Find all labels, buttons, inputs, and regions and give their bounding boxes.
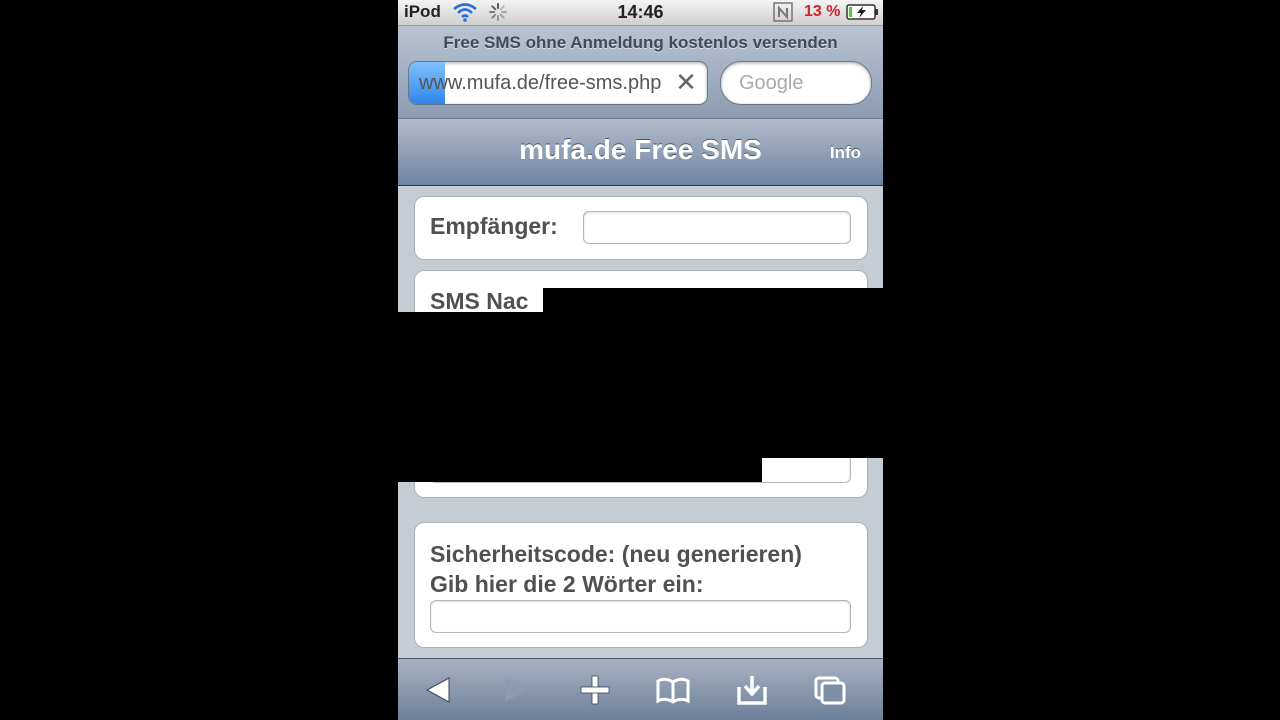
battery-percent-label: 13 % xyxy=(804,3,841,20)
page-title: Free SMS ohne Anmeldung kostenlos versen… xyxy=(443,33,838,52)
clear-icon[interactable]: ✕ xyxy=(673,68,699,96)
add-icon[interactable] xyxy=(577,673,613,707)
notification-icon xyxy=(773,2,793,22)
recipient-field[interactable] xyxy=(583,211,851,244)
redaction-block xyxy=(543,288,883,312)
search-placeholder: Google xyxy=(739,72,804,94)
captcha-label: Sicherheitscode: (neu generieren) xyxy=(430,541,802,567)
redaction-block xyxy=(398,458,762,482)
iphone-screen: iPod 14:46 13 % Free SMS ohne Anmeldung … xyxy=(398,0,883,720)
bookmarks-icon[interactable] xyxy=(655,673,691,707)
back-icon[interactable] xyxy=(420,673,456,707)
pages-icon[interactable] xyxy=(812,673,848,707)
captcha-card: Sicherheitscode: (neu generieren) Gib hi… xyxy=(414,522,868,648)
redaction-block xyxy=(398,312,883,458)
info-button[interactable]: Info xyxy=(830,143,861,163)
recipient-card: Empfänger: xyxy=(414,196,868,260)
message-label: SMS Nac xyxy=(430,288,529,314)
download-icon[interactable] xyxy=(734,673,770,707)
site-navbar: mufa.de Free SMS Info xyxy=(398,119,883,186)
captcha-instruction: Gib hier die 2 Wörter ein: xyxy=(430,571,704,597)
battery-icon xyxy=(846,4,878,20)
url-text: www.mufa.de/free-sms.php xyxy=(419,72,662,94)
search-input[interactable]: Google xyxy=(720,61,872,105)
status-bar: iPod 14:46 13 % xyxy=(398,0,883,26)
browser-toolbar xyxy=(398,658,883,720)
browser-chrome: Free SMS ohne Anmeldung kostenlos versen… xyxy=(398,26,883,119)
address-bar[interactable]: www.mufa.de/free-sms.php ✕ xyxy=(408,61,708,105)
forward-icon[interactable] xyxy=(498,673,534,707)
recipient-label: Empfänger: xyxy=(430,213,558,239)
site-title: mufa.de Free SMS xyxy=(519,134,762,165)
captcha-field[interactable] xyxy=(430,600,851,633)
